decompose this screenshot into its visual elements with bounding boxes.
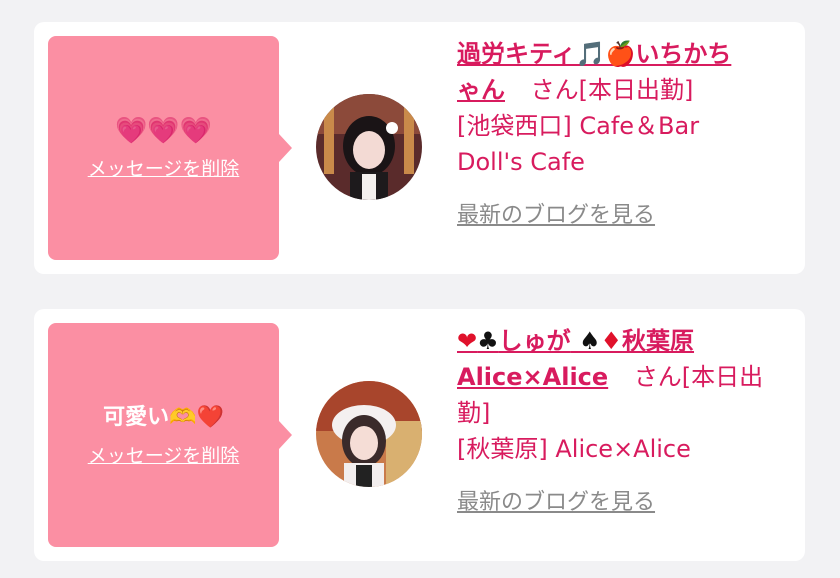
message-bubble: 💗💗💗 メッセージを削除 (48, 36, 292, 260)
heart-icon: ❤ (457, 327, 478, 355)
message-card: 可愛い🫶❤️ メッセージを削除 ❤♣しゅが ♠♦秋葉原 Alice×Alice さ… (34, 309, 805, 561)
message-text: 💗💗💗 (115, 116, 212, 146)
attendance-status: さん[本日出 (633, 363, 764, 391)
avatar[interactable] (316, 94, 422, 200)
delete-message-link[interactable]: メッセージを削除 (88, 154, 240, 181)
shop-location: [池袋西口] Cafe＆Bar (457, 112, 700, 140)
message-card: 💗💗💗 メッセージを削除 過労キティ🎵🍎いちかち ゃん さん[本日出勤] [池袋西… (34, 22, 805, 274)
latest-blog-link[interactable]: 最新のブログを見る (457, 485, 655, 521)
spade-icon: ♠ (578, 327, 601, 355)
cast-info: ❤♣しゅが ♠♦秋葉原 Alice×Alice さん[本日出 勤] [秋葉原] A… (457, 323, 792, 521)
shop-location: [秋葉原] Alice×Alice (457, 435, 691, 463)
club-icon: ♣ (477, 327, 499, 355)
cast-info: 過労キティ🎵🍎いちかち ゃん さん[本日出勤] [池袋西口] Cafe＆Bar D… (457, 36, 792, 234)
message-text: 可愛い🫶❤️ (103, 404, 224, 430)
hearts-emoji: 💗💗💗 (114, 115, 213, 146)
attendance-status-cont: 勤] (457, 399, 491, 427)
latest-blog-link[interactable]: 最新のブログを見る (457, 198, 655, 234)
avatar[interactable] (316, 381, 422, 487)
diamond-icon: ♦ (600, 327, 623, 355)
message-bubble: 可愛い🫶❤️ メッセージを削除 (48, 323, 292, 547)
delete-message-link[interactable]: メッセージを削除 (88, 441, 240, 468)
shop-name: Doll's Cafe (457, 148, 585, 176)
attendance-status: さん[本日出勤] (530, 76, 694, 104)
